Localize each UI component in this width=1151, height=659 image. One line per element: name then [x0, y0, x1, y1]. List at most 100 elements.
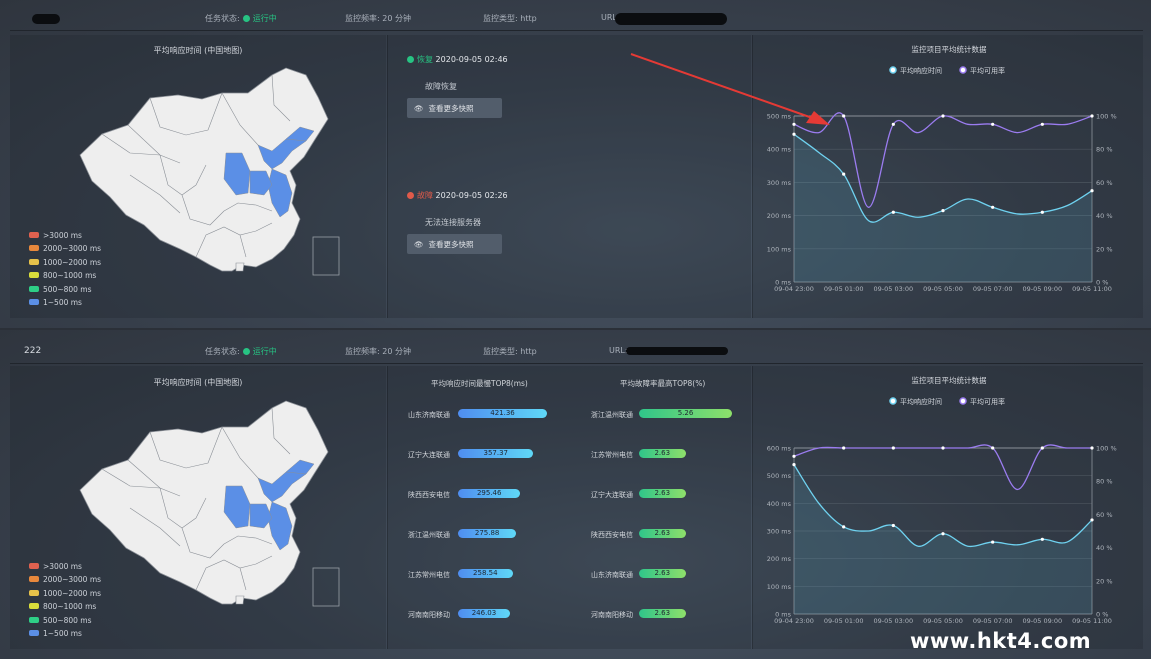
legend-swatch: [29, 258, 39, 265]
map-panel: 平均响应时间 (中国地图) >3000 ms 2000~3000 ms 1000…: [10, 35, 386, 318]
legend-label: 500~800 ms: [43, 615, 92, 625]
y-tick-right: 60 %: [1096, 179, 1113, 187]
rank-bar: 2.63: [639, 489, 686, 498]
status-label: 任务状态:: [205, 347, 240, 356]
map-panel: 平均响应时间 (中国地图) >3000 ms 2000~3000 ms 1000…: [10, 366, 386, 649]
rank-bar: 275.88: [458, 529, 517, 538]
event-desc: 无法连接服务器: [425, 218, 481, 227]
ranking-panel: 平均响应时间最慢TOP8(ms) 平均故障率最高TOP8(%) 山东济南联通 42…: [387, 366, 751, 649]
legend-label: 平均可用率: [970, 397, 1005, 406]
view-snapshots-button[interactable]: 👁 查看更多快照: [407, 234, 502, 254]
legend-label: >3000 ms: [43, 562, 82, 571]
view-snapshots-button[interactable]: 👁 查看更多快照: [407, 98, 502, 118]
y-tick-right: 60 %: [1096, 511, 1113, 519]
x-tick-label: 09-05 03:00: [873, 617, 913, 625]
avail-point: [991, 446, 995, 450]
resp-point: [842, 525, 846, 529]
x-tick-label: 09-05 01:00: [824, 285, 864, 293]
monitor-header: 任务状态: 运行中 监控频率: 20 分钟 监控类型: http URL:: [10, 5, 1143, 31]
legend-item: >3000 ms: [29, 562, 101, 575]
y-tick-left: 400 ms: [767, 500, 792, 508]
rank-label: 浙江温州联通: [408, 531, 450, 539]
legend-marker: [959, 397, 967, 405]
legend-swatch: [29, 589, 39, 596]
legend-label: 800~1000 ms: [43, 271, 97, 281]
x-tick-label: 09-04 23:00: [774, 617, 814, 625]
legend-label: 2000~3000 ms: [43, 575, 102, 585]
avail-point: [891, 122, 895, 126]
y-tick-right: 40 %: [1096, 212, 1113, 220]
event-time: 2020-09-05 02:26: [435, 191, 508, 200]
status-dot: [242, 348, 250, 355]
x-tick-label: 09-05 11:00: [1072, 285, 1112, 293]
map-legend: >3000 ms 2000~3000 ms 1000~2000 ms 800~1…: [29, 562, 101, 642]
resp-point: [991, 540, 995, 544]
url-label: URL:: [609, 346, 628, 355]
resp-point: [941, 209, 945, 213]
legend-item: 800~1000 ms: [29, 602, 101, 615]
watermark: www.hkt4.com: [910, 629, 1092, 653]
rank-label: 辽宁大连联通: [591, 491, 633, 499]
map-legend: >3000 ms 2000~3000 ms 1000~2000 ms 800~1…: [29, 231, 101, 311]
hainan-island: [235, 262, 245, 272]
y-tick-right: 80 %: [1096, 146, 1113, 154]
freq-field: 监控频率: 20 分钟: [345, 13, 411, 24]
events-panel: 恢复 2020-09-05 02:46 故障恢复 👁 查看更多快照 故障 2020…: [387, 35, 751, 318]
rank-label: 河南南阳移动: [591, 611, 633, 619]
y-tick-left: 300 ms: [767, 528, 792, 536]
status-field: 任务状态: 运行中: [205, 346, 277, 357]
type-label: 监控类型:: [483, 347, 518, 356]
y-tick-left: 100 ms: [767, 245, 792, 253]
legend-label: 平均响应时间: [900, 66, 942, 75]
x-tick-label: 09-05 09:00: [1022, 285, 1062, 293]
url-field: URL:: [609, 346, 628, 355]
status-label: 任务状态:: [205, 14, 240, 23]
avail-line: [793, 444, 1092, 491]
resp-point: [991, 205, 995, 209]
avail-point: [1090, 114, 1094, 118]
avail-point: [792, 454, 796, 458]
y-tick-left: 500 ms: [767, 472, 792, 480]
button-label: 查看更多快照: [428, 104, 474, 113]
y-tick-left: 400 ms: [767, 146, 792, 154]
legend-item: >3000 ms: [29, 231, 101, 244]
legend-swatch: [29, 232, 39, 238]
resp-point: [792, 132, 796, 136]
y-tick-left: 100 ms: [767, 583, 792, 591]
y-tick-left: 600 ms: [767, 445, 792, 453]
avail-point: [842, 446, 846, 450]
legend-item: 500~800 ms: [29, 285, 101, 298]
rank-label: 陕西西安电信: [591, 531, 633, 539]
rank-label: 辽宁大连联通: [408, 451, 450, 459]
freq-value: 20 分钟: [382, 14, 411, 23]
freq-label: 监控频率:: [345, 347, 380, 356]
avail-point: [941, 446, 945, 450]
resp-point: [891, 523, 895, 528]
avail-point: [1040, 446, 1044, 450]
rank-bar: 2.63: [639, 609, 686, 618]
event-type: 恢复: [417, 55, 433, 64]
x-tick-label: 09-04 23:00: [774, 285, 814, 293]
monitor-card-1: 任务状态: 运行中 监控频率: 20 分钟 监控类型: http URL: 平均响…: [0, 0, 1151, 328]
avail-point: [1040, 122, 1044, 126]
legend-label: >3000 ms: [43, 231, 82, 240]
type-value: http: [520, 347, 537, 356]
rank-label: 陕西西安电信: [408, 491, 450, 499]
y-tick-left: 500 ms: [767, 113, 792, 121]
rank-label: 江苏常州电信: [408, 571, 450, 579]
legend-item: 1~500 ms: [29, 629, 101, 642]
legend-item: 2000~3000 ms: [29, 244, 101, 257]
rank-bar: 357.37: [458, 449, 534, 458]
x-tick-label: 09-05 03:00: [873, 285, 913, 293]
y-tick-right: 40 %: [1096, 544, 1113, 552]
event-recover-header: 恢复 2020-09-05 02:46: [407, 54, 508, 65]
south-sea-inset: [312, 567, 340, 607]
type-label: 监控类型:: [483, 14, 518, 23]
status-value: 运行中: [252, 347, 277, 356]
avail-point: [891, 446, 895, 450]
x-tick-label: 09-05 05:00: [923, 285, 963, 293]
freq-value: 20 分钟: [382, 347, 411, 356]
y-tick-right: 100 %: [1096, 113, 1117, 121]
resp-point: [891, 210, 895, 214]
freq-field: 监控频率: 20 分钟: [345, 346, 411, 357]
